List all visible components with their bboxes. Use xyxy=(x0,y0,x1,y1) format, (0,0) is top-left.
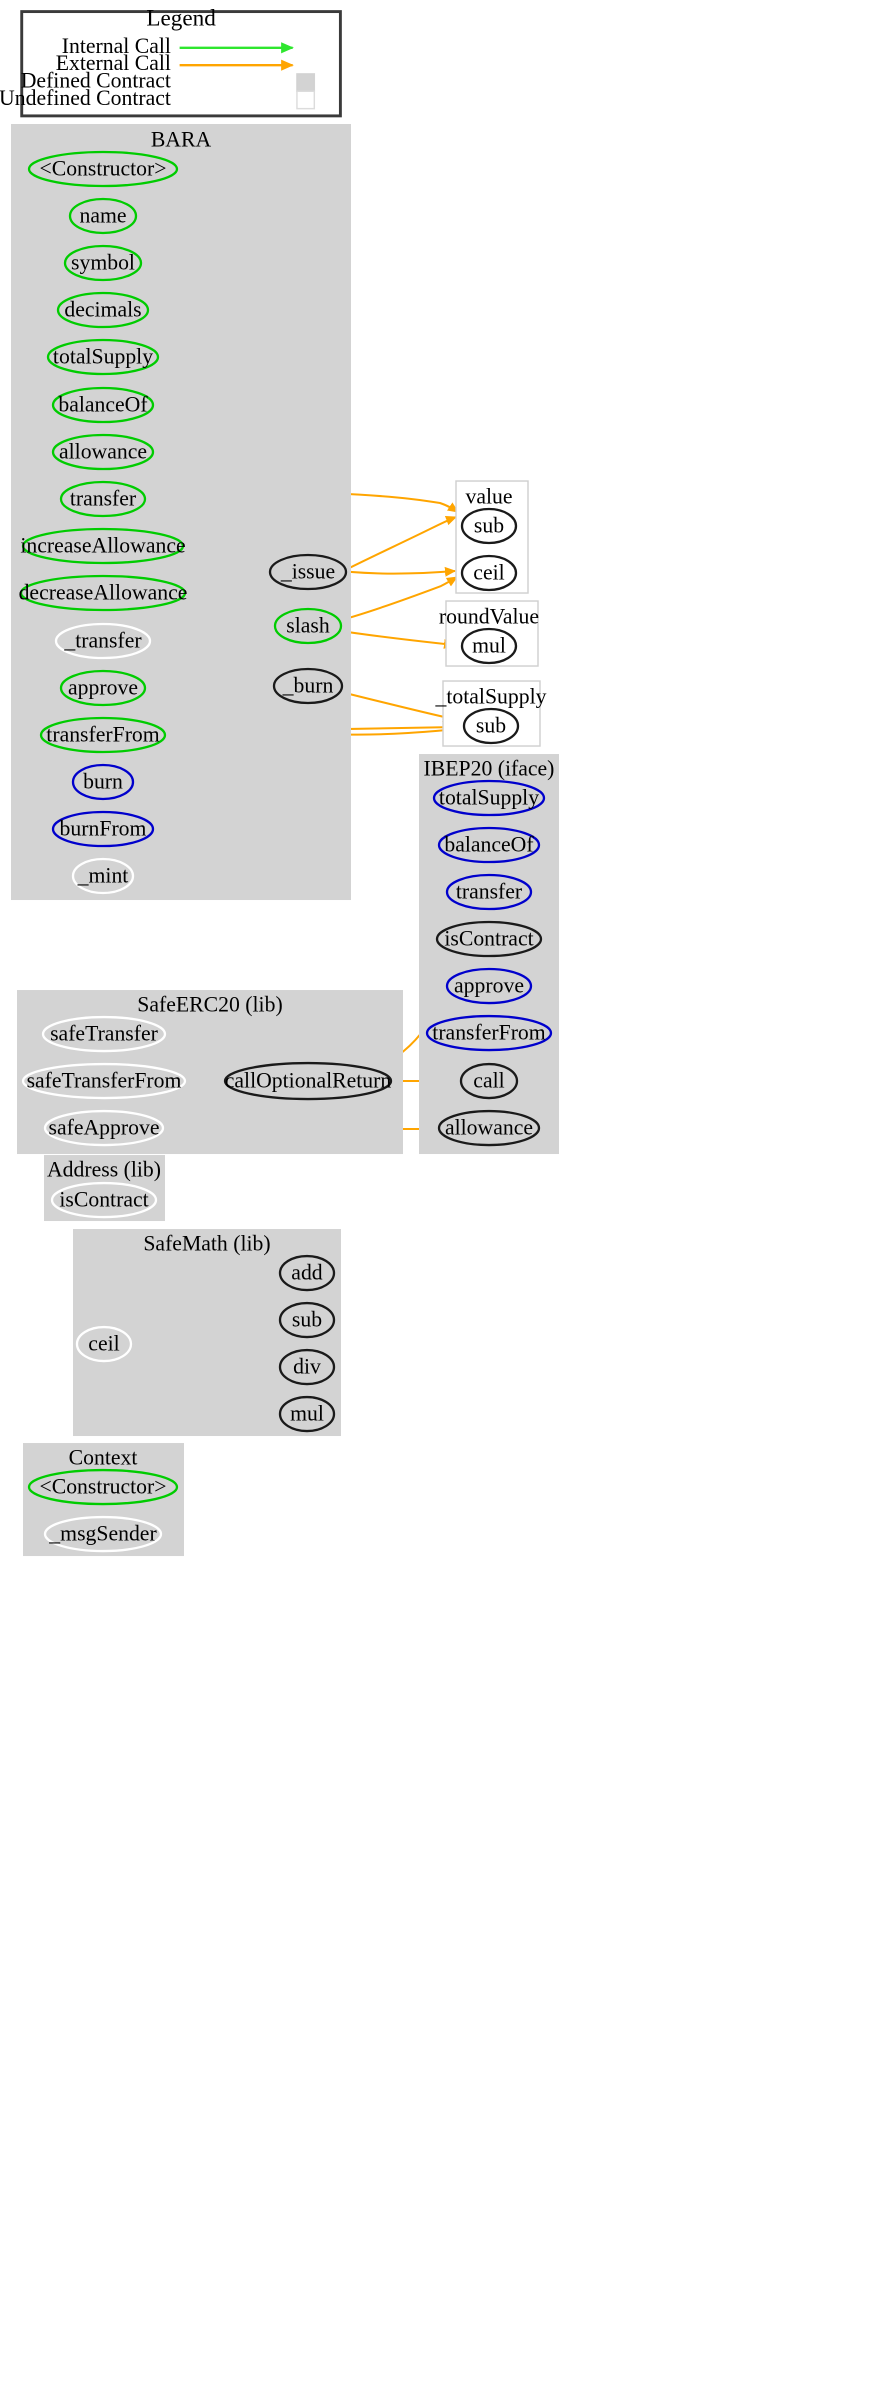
cluster-safemath: SafeMath (lib) ceil add sub div mul xyxy=(73,1229,341,1437)
node-label-se_safetfrom: safeTransferFrom xyxy=(27,1068,182,1092)
node-label-se_callopt: callOptionalReturn xyxy=(225,1068,392,1092)
cluster-label-ibep20: IBEP20 (iface) xyxy=(424,756,555,780)
node-label-bara_uburn: _burn xyxy=(282,673,334,697)
node-label-bara_decall: decreaseAllowance xyxy=(19,580,188,604)
node-label-ctx_ctor: <Constructor> xyxy=(39,1474,166,1498)
node-label-bara_transfer: transfer xyxy=(70,486,137,510)
node-label-value_sub: sub xyxy=(474,513,504,537)
node-label-bara_symbol: symbol xyxy=(71,250,135,274)
node-label-ad_iscon: isContract xyxy=(59,1187,148,1211)
legend-undefined-contract-swatch-icon xyxy=(296,90,316,110)
call-graph-diagram: Legend Internal Call External Call Defin… xyxy=(0,0,872,2393)
node-label-ib_iscon: isContract xyxy=(444,926,533,950)
node-label-ib_tfrom: transferFrom xyxy=(432,1020,545,1044)
node-label-ib_tsupply: totalSupply xyxy=(439,785,539,809)
cluster-totalsupply: _totalSupplysub xyxy=(434,680,547,747)
node-label-bara_issue: _issue xyxy=(280,559,335,583)
node-label-sm_ceil: ceil xyxy=(88,1331,119,1355)
node-label-bara_incall: increaseAllowance xyxy=(20,533,185,557)
node-label-ib_approve: approve xyxy=(454,973,524,997)
legend: Legend Internal Call External Call Defin… xyxy=(0,6,342,118)
cluster-label-totalsupply: _totalSupply xyxy=(434,684,546,708)
node-label-bara_tsupply: totalSupply xyxy=(53,344,153,368)
node-label-bara_burn: burn xyxy=(83,769,123,793)
cluster-value: value sub ceil xyxy=(455,480,529,594)
node-label-bara_decimals: decimals xyxy=(64,297,141,321)
node-label-bara_tfrom: transferFrom xyxy=(46,722,159,746)
node-label-bara_allow: allowance xyxy=(59,439,147,463)
node-label-ib_allow: allowance xyxy=(445,1115,533,1139)
node-label-sm_sub: sub xyxy=(292,1307,322,1331)
cluster-label-roundvalue: roundValue xyxy=(439,604,539,628)
cluster-label-bara: BARA xyxy=(151,127,212,151)
node-label-bara_approve: approve xyxy=(68,675,138,699)
node-label-bara_name: name xyxy=(79,203,126,227)
node-label-sm_div: div xyxy=(293,1354,321,1378)
cluster-safeerc20: SafeERC20 (lib) safeTransfer safeTransferF… xyxy=(17,990,403,1155)
edge-bara_slash-to-rv_mul xyxy=(340,630,456,649)
cluster-ibep20: IBEP20 (iface) totalSupply balanceOf transf… xyxy=(419,754,559,1155)
cluster-label-context: Context xyxy=(69,1445,138,1469)
node-label-bara_mint: _mint xyxy=(77,863,129,887)
node-label-bara_balof: balanceOf xyxy=(58,392,148,416)
legend-title: Legend xyxy=(146,6,216,32)
cluster-context: Context <Constructor> _msgSender xyxy=(23,1443,184,1557)
node-label-se_safeapprove: safeApprove xyxy=(49,1115,160,1139)
node-label-ctx_msgsnd: _msgSender xyxy=(48,1521,157,1545)
graph-canvas: Legend Internal Call External Call Defin… xyxy=(0,6,559,1557)
node-label-sm_mul: mul xyxy=(290,1401,324,1425)
clusters-layer: BARA <Constructor> name symbol decimals total… xyxy=(11,124,559,1557)
cluster-label-safeerc20: SafeERC20 (lib) xyxy=(137,992,282,1016)
node-label-ib_transfer: transfer xyxy=(456,879,523,903)
node-label-bara_ctor: <Constructor> xyxy=(39,156,166,180)
node-label-bara_slash: slash xyxy=(286,613,330,637)
cluster-label-address: Address (lib) xyxy=(47,1157,161,1181)
node-label-value_ceil: ceil xyxy=(473,560,504,584)
legend-label-undefined-contract: Undefined Contract xyxy=(0,86,171,110)
node-label-ts_sub: sub xyxy=(476,713,506,737)
cluster-label-value: value xyxy=(465,484,512,508)
node-label-bara_utransf: _transfer xyxy=(63,628,142,652)
cluster-address: Address (lib) isContract xyxy=(44,1155,165,1222)
node-label-se_safetransfer: safeTransfer xyxy=(50,1021,159,1045)
cluster-bara: BARA <Constructor> name symbol decimals total… xyxy=(11,124,351,901)
node-label-sm_add: add xyxy=(291,1260,322,1284)
cluster-roundvalue: roundValue mul xyxy=(439,600,539,667)
node-label-bara_burnfrom: burnFrom xyxy=(60,816,147,840)
legend-defined-contract-swatch-icon xyxy=(296,73,316,92)
node-label-ib_balof: balanceOf xyxy=(444,832,534,856)
cluster-label-safemath: SafeMath (lib) xyxy=(143,1231,270,1255)
node-label-rv_mul: mul xyxy=(472,633,506,657)
node-label-ib_call: call xyxy=(473,1068,504,1092)
cluster-background-bara xyxy=(11,124,351,901)
